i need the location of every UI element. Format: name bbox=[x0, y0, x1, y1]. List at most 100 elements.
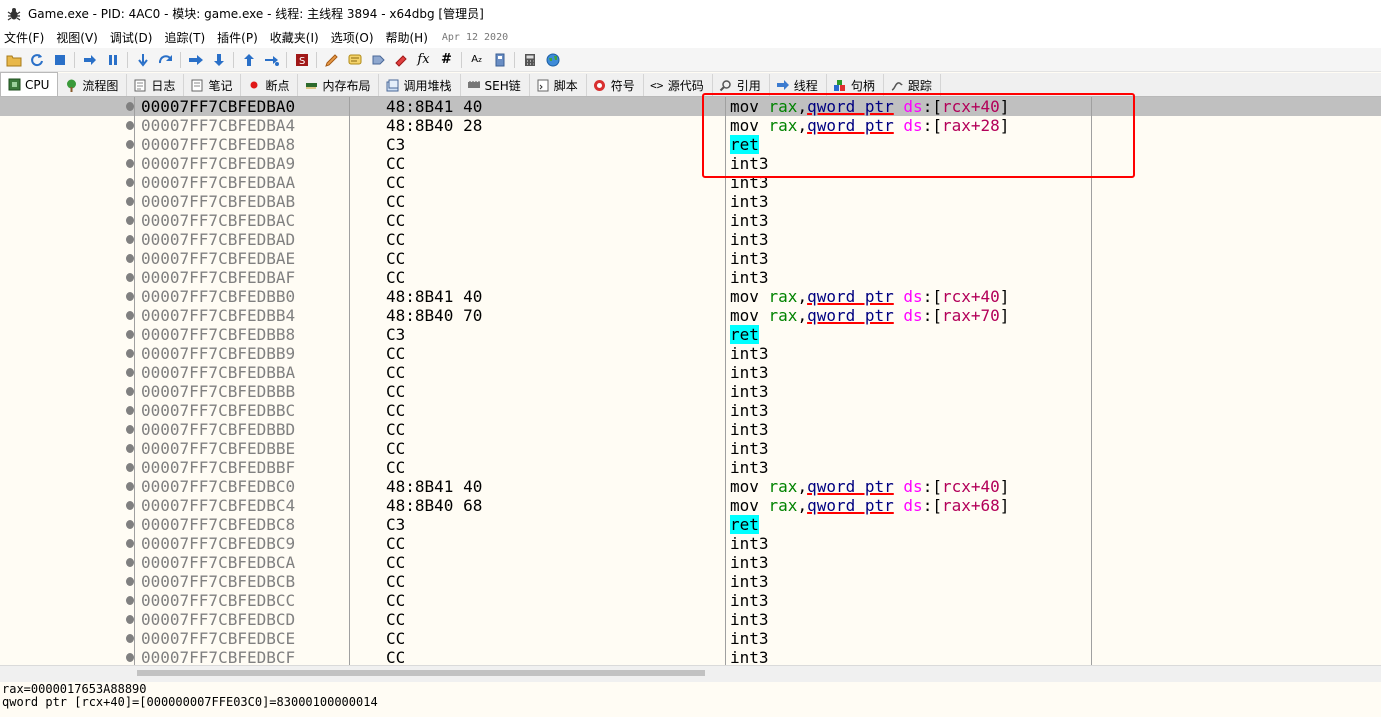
breakpoint-bullet-icon[interactable] bbox=[126, 653, 134, 662]
disasm-row[interactable]: 00007FF7CBFEDBA0 48:8B41 40 mov rax,qword … bbox=[0, 97, 1381, 116]
breakpoint-bullet-icon[interactable] bbox=[126, 501, 134, 510]
tab-symbols[interactable]: 符号 bbox=[587, 74, 644, 96]
breakpoint-bullet-icon[interactable] bbox=[126, 634, 134, 643]
breakpoint-bullet-icon[interactable] bbox=[126, 558, 134, 567]
breakpoint-bullet-icon[interactable] bbox=[126, 539, 134, 548]
step-into-icon[interactable] bbox=[134, 51, 151, 68]
disasm-row[interactable]: 00007FF7CBFEDBA9 CC int3 bbox=[0, 154, 1381, 173]
disasm-row[interactable]: 00007FF7CBFEDBBD CC int3 bbox=[0, 420, 1381, 439]
cheat-icon[interactable] bbox=[491, 51, 508, 68]
disasm-row[interactable]: 00007FF7CBFEDBAF CC int3 bbox=[0, 268, 1381, 287]
run-icon[interactable] bbox=[81, 51, 98, 68]
breakpoint-bullet-icon[interactable] bbox=[126, 121, 134, 130]
label-icon[interactable] bbox=[369, 51, 386, 68]
menu-options[interactable]: 选项(O) bbox=[327, 29, 382, 46]
breakpoint-bullet-icon[interactable] bbox=[126, 178, 134, 187]
execute-till-return-icon[interactable] bbox=[240, 51, 257, 68]
tab-graph[interactable]: 流程图 bbox=[58, 74, 128, 96]
disasm-row[interactable]: 00007FF7CBFEDBC8 C3 ret bbox=[0, 515, 1381, 534]
breakpoint-bullet-icon[interactable] bbox=[126, 254, 134, 263]
breakpoint-bullet-icon[interactable] bbox=[126, 368, 134, 377]
horizontal-scrollbar[interactable] bbox=[0, 665, 1381, 682]
tab-memory-map[interactable]: 内存布局 bbox=[298, 74, 380, 96]
globe-icon[interactable] bbox=[544, 51, 561, 68]
open-icon[interactable] bbox=[5, 51, 22, 68]
breakpoint-bullet-icon[interactable] bbox=[126, 311, 134, 320]
calculator-icon[interactable] bbox=[521, 51, 538, 68]
menu-view[interactable]: 视图(V) bbox=[52, 29, 106, 46]
disasm-row[interactable]: 00007FF7CBFEDBCF CC int3 bbox=[0, 648, 1381, 665]
column-divider[interactable] bbox=[349, 97, 350, 665]
breakpoint-bullet-icon[interactable] bbox=[126, 349, 134, 358]
disasm-row[interactable]: 00007FF7CBFEDBBE CC int3 bbox=[0, 439, 1381, 458]
breakpoint-bullet-icon[interactable] bbox=[126, 330, 134, 339]
trace-into-icon[interactable] bbox=[187, 51, 204, 68]
tab-source[interactable]: <> 源代码 bbox=[644, 74, 713, 96]
function-icon[interactable]: fx bbox=[415, 51, 432, 68]
breakpoint-bullet-icon[interactable] bbox=[126, 273, 134, 282]
disasm-row[interactable]: 00007FF7CBFEDBCC CC int3 bbox=[0, 591, 1381, 610]
breakpoint-bullet-icon[interactable] bbox=[126, 235, 134, 244]
tab-threads[interactable]: 线程 bbox=[770, 74, 827, 96]
disasm-row[interactable]: 00007FF7CBFEDBB9 CC int3 bbox=[0, 344, 1381, 363]
pause-icon[interactable] bbox=[104, 51, 121, 68]
breakpoint-bullet-icon[interactable] bbox=[126, 463, 134, 472]
tab-script[interactable]: 脚本 bbox=[530, 74, 587, 96]
tab-trace[interactable]: 跟踪 bbox=[884, 74, 941, 96]
menu-favourites[interactable]: 收藏夹(I) bbox=[266, 29, 327, 46]
disasm-row[interactable]: 00007FF7CBFEDBC9 CC int3 bbox=[0, 534, 1381, 553]
restart-icon[interactable] bbox=[28, 51, 45, 68]
disasm-row[interactable]: 00007FF7CBFEDBB0 48:8B41 40 mov rax,qword … bbox=[0, 287, 1381, 306]
bookmark-icon[interactable] bbox=[392, 51, 409, 68]
menu-plugins[interactable]: 插件(P) bbox=[213, 29, 266, 46]
menu-file[interactable]: 文件(F) bbox=[0, 29, 52, 46]
disasm-row[interactable]: 00007FF7CBFEDBCD CC int3 bbox=[0, 610, 1381, 629]
strings-icon[interactable]: Az bbox=[468, 51, 485, 68]
scrollbar-thumb[interactable] bbox=[137, 670, 705, 676]
breakpoint-bullet-icon[interactable] bbox=[126, 596, 134, 605]
tab-notes[interactable]: 笔记 bbox=[184, 74, 242, 96]
breakpoint-bullet-icon[interactable] bbox=[126, 406, 134, 415]
menu-debug[interactable]: 调试(D) bbox=[106, 29, 161, 46]
patch-icon[interactable] bbox=[323, 51, 340, 68]
disasm-row[interactable]: 00007FF7CBFEDBCE CC int3 bbox=[0, 629, 1381, 648]
disasm-row[interactable]: 00007FF7CBFEDBBF CC int3 bbox=[0, 458, 1381, 477]
disasm-row[interactable]: 00007FF7CBFEDBBA CC int3 bbox=[0, 363, 1381, 382]
disasm-row[interactable]: 00007FF7CBFEDBBC CC int3 bbox=[0, 401, 1381, 420]
disasm-row[interactable]: 00007FF7CBFEDBAB CC int3 bbox=[0, 192, 1381, 211]
tab-breakpoints[interactable]: 断点 bbox=[241, 74, 299, 96]
column-divider[interactable] bbox=[1091, 97, 1092, 665]
disasm-row[interactable]: 00007FF7CBFEDBC0 48:8B41 40 mov rax,qword … bbox=[0, 477, 1381, 496]
disasm-row[interactable]: 00007FF7CBFEDBA4 48:8B40 28 mov rax,qword … bbox=[0, 116, 1381, 135]
tab-handles[interactable]: 句柄 bbox=[827, 74, 884, 96]
disasm-row[interactable]: 00007FF7CBFEDBBB CC int3 bbox=[0, 382, 1381, 401]
run-to-user-code-icon[interactable] bbox=[263, 51, 280, 68]
disasm-row[interactable]: 00007FF7CBFEDBA8 C3 ret bbox=[0, 135, 1381, 154]
disasm-row[interactable]: 00007FF7CBFEDBCA CC int3 bbox=[0, 553, 1381, 572]
disasm-row[interactable]: 00007FF7CBFEDBAD CC int3 bbox=[0, 230, 1381, 249]
tab-references[interactable]: 引用 bbox=[713, 74, 770, 96]
disasm-row[interactable]: 00007FF7CBFEDBCB CC int3 bbox=[0, 572, 1381, 591]
breakpoint-bullet-icon[interactable] bbox=[126, 387, 134, 396]
breakpoint-bullet-icon[interactable] bbox=[126, 140, 134, 149]
hash-icon[interactable]: # bbox=[438, 51, 455, 68]
breakpoint-bullet-icon[interactable] bbox=[126, 102, 134, 111]
disassembly-view[interactable]: 00007FF7CBFEDBA0 48:8B41 40 mov rax,qword … bbox=[0, 97, 1381, 665]
stop-icon[interactable] bbox=[51, 51, 68, 68]
disasm-row[interactable]: 00007FF7CBFEDBAA CC int3 bbox=[0, 173, 1381, 192]
tab-cpu[interactable]: CPU bbox=[0, 72, 59, 96]
breakpoint-bullet-icon[interactable] bbox=[126, 216, 134, 225]
disasm-row[interactable]: 00007FF7CBFEDBB8 C3 ret bbox=[0, 325, 1381, 344]
breakpoint-bullet-icon[interactable] bbox=[126, 159, 134, 168]
breakpoint-bullet-icon[interactable] bbox=[126, 425, 134, 434]
disasm-row[interactable]: 00007FF7CBFEDBAE CC int3 bbox=[0, 249, 1381, 268]
trace-over-icon[interactable] bbox=[210, 51, 227, 68]
breakpoint-bullet-icon[interactable] bbox=[126, 520, 134, 529]
tab-seh[interactable]: SEH链 bbox=[461, 74, 530, 96]
menu-trace[interactable]: 追踪(T) bbox=[160, 29, 213, 46]
breakpoint-bullet-icon[interactable] bbox=[126, 197, 134, 206]
menu-help[interactable]: 帮助(H) bbox=[382, 29, 436, 46]
breakpoint-bullet-icon[interactable] bbox=[126, 292, 134, 301]
comment-icon[interactable] bbox=[346, 51, 363, 68]
disasm-row[interactable]: 00007FF7CBFEDBC4 48:8B40 68 mov rax,qword … bbox=[0, 496, 1381, 515]
